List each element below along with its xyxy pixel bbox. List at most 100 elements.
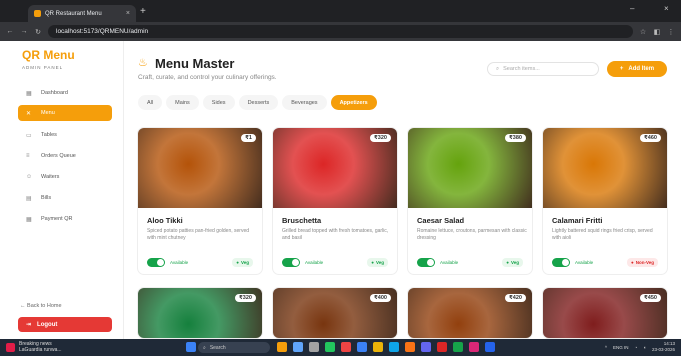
sidebar-item-label: Payment QR	[41, 216, 73, 222]
app-icon[interactable]	[341, 342, 351, 352]
add-item-button[interactable]: + Add Item	[607, 61, 667, 77]
search-icon: ⌕	[496, 65, 500, 72]
window-close-button[interactable]: ×	[664, 4, 669, 13]
browser-tab-strip: QR Restaurant Menu × + – ×	[0, 0, 681, 22]
sidebar-item-dashboard[interactable]: ▦ Dashboard	[18, 85, 112, 101]
add-item-label: Add Item	[628, 66, 655, 72]
menu-card-aloo-tikki[interactable]: ₹1 Aloo Tikki Spiced potato patties pan-…	[137, 127, 263, 275]
menu-card[interactable]: ₹450	[542, 287, 668, 339]
availability-toggle[interactable]	[147, 258, 165, 267]
menu-card[interactable]: ₹320	[137, 287, 263, 339]
non-veg-badge: ● Non-Veg	[627, 258, 658, 267]
category-all[interactable]: All	[138, 95, 163, 110]
price-tag: ₹450	[639, 294, 661, 302]
forward-arrow-icon[interactable]: →	[20, 28, 28, 35]
reload-icon[interactable]: ↻	[34, 28, 42, 36]
app-icon[interactable]	[469, 342, 479, 352]
item-name: Caesar Salad	[417, 216, 465, 225]
badge-dot-icon: ●	[506, 260, 509, 265]
new-tab-button[interactable]: +	[140, 6, 146, 17]
menu-dots-icon[interactable]: ⋮	[667, 28, 675, 36]
page-subtitle: Craft, curate, and control your culinary…	[138, 74, 277, 81]
availability-label: Available	[305, 260, 324, 265]
sidebar-item-payment-qr[interactable]: ▦ Payment QR	[18, 211, 112, 227]
sidebar-item-waiters[interactable]: ☺ Waiters	[18, 169, 112, 185]
app-icon[interactable]	[437, 342, 447, 352]
minimize-button[interactable]: –	[630, 4, 634, 13]
app-icon[interactable]	[485, 342, 495, 352]
availability-toggle[interactable]	[282, 258, 300, 267]
badge-dot-icon: ●	[371, 260, 374, 265]
logout-button[interactable]: ⇥ Logout	[18, 317, 112, 332]
availability-toggle[interactable]	[417, 258, 435, 267]
category-appetizers[interactable]: Appetizers	[330, 95, 377, 110]
price-tag: ₹400	[369, 294, 391, 302]
app-icon[interactable]	[421, 342, 431, 352]
url-field[interactable]: localhost:5173/QRMENU/admin	[48, 25, 633, 38]
veg-badge: ● Veg	[367, 258, 388, 267]
item-description: Romaine lettuce, croutons, parmesan with…	[417, 228, 527, 241]
menu-card[interactable]: ₹420	[407, 287, 533, 339]
wifi-icon[interactable]: ◔	[635, 345, 638, 350]
item-description: Spiced potato patties pan-fried golden, …	[147, 228, 250, 241]
sidebar-item-label: Menu	[41, 110, 55, 116]
app-icon[interactable]	[453, 342, 463, 352]
availability-label: Available	[440, 260, 459, 265]
news-widget[interactable]: Breaking news LaGuardia runwa...	[6, 341, 62, 353]
price-tag: ₹1	[241, 134, 256, 142]
app-icon[interactable]	[277, 342, 287, 352]
app-icon[interactable]	[405, 342, 415, 352]
app-icon[interactable]	[373, 342, 383, 352]
category-mains[interactable]: Mains	[166, 95, 199, 110]
menu-card-bruschetta[interactable]: ₹320 Bruschetta Grilled bread topped wit…	[272, 127, 398, 275]
item-name: Bruschetta	[282, 216, 322, 225]
availability-label: Available	[575, 260, 594, 265]
dashboard-icon: ▦	[26, 90, 32, 97]
url-text: localhost:5173/QRMENU/admin	[56, 28, 149, 35]
availability-toggle[interactable]	[552, 258, 570, 267]
item-description: Lightly battered squid rings fried crisp…	[552, 228, 653, 241]
sidebar-item-label: Bills	[41, 195, 52, 201]
menu-card[interactable]: ₹400	[272, 287, 398, 339]
sidebar: QR Menu ADMIN PANEL ▦ Dashboard ✕ Menu ▭…	[0, 41, 124, 339]
category-beverages[interactable]: Beverages	[282, 95, 327, 110]
search-placeholder: Search items...	[503, 66, 540, 72]
favicon-icon	[34, 10, 41, 17]
availability-label: Available	[170, 260, 189, 265]
utensils-icon: ✕	[26, 110, 32, 117]
search-input[interactable]: ⌕ Search items...	[487, 62, 599, 76]
volume-icon[interactable]: ◖	[643, 345, 646, 350]
sidebar-item-tables[interactable]: ▭ Tables	[18, 127, 112, 143]
app-icon[interactable]	[325, 342, 335, 352]
taskbar-search-label: Search	[209, 344, 226, 351]
extensions-icon[interactable]: ◧	[653, 28, 661, 36]
sidebar-item-bills[interactable]: ▤ Bills	[18, 190, 112, 206]
badge-label: Veg	[375, 260, 384, 265]
back-arrow-icon[interactable]: ←	[6, 28, 14, 35]
clock[interactable]: 14:13 23-03-2026	[652, 341, 675, 353]
category-sides[interactable]: Sides	[202, 95, 235, 110]
windows-start-icon[interactable]	[186, 342, 196, 352]
user-icon: ☺	[26, 174, 33, 180]
news-icon	[6, 342, 15, 352]
star-icon[interactable]: ☆	[639, 28, 647, 36]
back-to-home-link[interactable]: ← Back to Home	[20, 303, 62, 309]
language-indicator[interactable]: ENG IN	[613, 345, 629, 350]
app-icon[interactable]	[293, 342, 303, 352]
chevron-up-icon[interactable]: ^	[605, 345, 607, 350]
menu-card-caesar-salad[interactable]: ₹380 Caesar Salad Romaine lettuce, crout…	[407, 127, 533, 275]
app-icon[interactable]	[389, 342, 399, 352]
tab-close-icon[interactable]: ×	[126, 10, 130, 17]
plus-icon: +	[619, 66, 624, 72]
app-icon[interactable]	[357, 342, 367, 352]
menu-card-calamari-fritti[interactable]: ₹460 Calamari Fritti Lightly battered sq…	[542, 127, 668, 275]
browser-tab[interactable]: QR Restaurant Menu ×	[28, 5, 136, 22]
sidebar-item-menu[interactable]: ✕ Menu	[18, 105, 112, 121]
page-title: Menu Master	[155, 56, 235, 71]
taskbar-search[interactable]: ⌕ Search	[198, 342, 270, 353]
category-desserts[interactable]: Desserts	[238, 95, 279, 110]
sidebar-item-orders-queue[interactable]: ≡ Orders Queue	[18, 148, 112, 164]
brand-subtitle: ADMIN PANEL	[22, 65, 64, 70]
veg-badge: ● Veg	[232, 258, 253, 267]
app-icon[interactable]	[309, 342, 319, 352]
